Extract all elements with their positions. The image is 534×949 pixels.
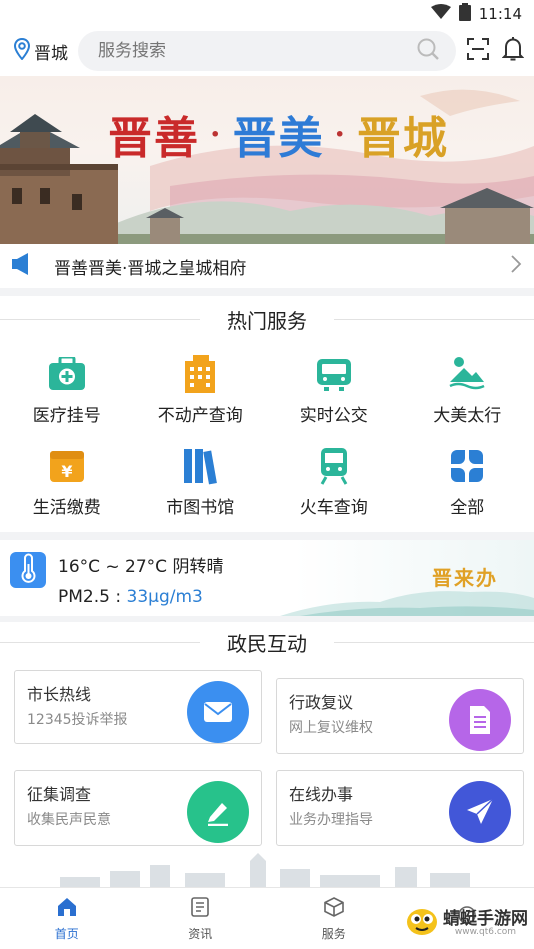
weather-slogan: 晋来办 <box>432 566 498 590</box>
banner-title-1: 晋善 <box>108 113 200 164</box>
banner-dot: · <box>210 116 223 152</box>
document-icon <box>449 689 511 751</box>
location-label: 晋城 <box>34 43 68 64</box>
speaker-icon <box>12 252 30 280</box>
search-icon[interactable] <box>416 37 440 65</box>
card-survey[interactable]: 征集调查 收集民声民意 <box>14 770 262 846</box>
wifi-icon <box>430 4 451 24</box>
train-icon <box>315 447 353 485</box>
service-all[interactable]: 全部 <box>401 436 534 528</box>
news-text: 晋善晋美·晋城之皇城相府 <box>54 258 247 279</box>
scan-icon[interactable] <box>466 37 490 65</box>
banner-title-3: 晋城 <box>356 113 449 164</box>
cube-icon <box>323 896 345 921</box>
news-icon <box>189 896 211 921</box>
service-label: 生活缴费 <box>32 497 101 518</box>
divider <box>0 288 534 296</box>
news-ticker[interactable]: 晋善晋美·晋城之皇城相府 <box>0 244 534 288</box>
search-input[interactable] <box>98 41 338 61</box>
service-label: 实时公交 <box>299 405 368 426</box>
books-icon <box>181 447 219 485</box>
status-bar: 11:14 <box>0 0 534 28</box>
chevron-right-icon[interactable] <box>510 254 522 278</box>
service-medical[interactable]: 医疗挂号 <box>0 344 134 436</box>
watermark: 蜻蜓手游网 www.qt6.com <box>405 907 528 941</box>
service-library[interactable]: 市图书馆 <box>134 436 268 528</box>
mail-icon <box>187 681 249 743</box>
service-taihang[interactable]: 大美太行 <box>401 344 534 436</box>
service-label: 市图书馆 <box>166 497 235 518</box>
dragonfly-logo-icon <box>405 907 439 941</box>
services-grid: 医疗挂号 不动产查询 实时公交 大美太行 ¥ 生活缴费 市图书馆 火车查询 全部 <box>0 342 534 528</box>
service-train[interactable]: 火车查询 <box>267 436 401 528</box>
pm25-value: 33μg/m3 <box>126 587 203 607</box>
location-pin-icon <box>13 37 31 65</box>
weather-panel[interactable]: 16°C ~ 27°C 阴转晴 PM2.5 : 33μg/m3 晋来办 <box>0 540 534 616</box>
weather-pm25: PM2.5 : 33μg/m3 <box>58 587 203 607</box>
service-real-estate[interactable]: 不动产查询 <box>134 344 268 436</box>
watermark-url: www.qt6.com <box>454 927 517 938</box>
bell-icon[interactable] <box>501 36 525 66</box>
building-icon <box>181 354 219 393</box>
service-label: 大美太行 <box>433 405 502 426</box>
service-bus[interactable]: 实时公交 <box>267 344 401 436</box>
home-icon <box>56 896 78 921</box>
skyline-decoration <box>60 853 470 887</box>
nav-label: 服务 <box>321 926 346 941</box>
card-online-service[interactable]: 在线办事 业务办理指导 <box>276 770 524 846</box>
watermark-name: 蜻蜓手游网 <box>443 908 528 929</box>
service-label: 全部 <box>450 497 485 518</box>
nav-label: 首页 <box>54 926 79 941</box>
nav-home[interactable]: 首页 <box>0 888 134 949</box>
payment-icon: ¥ <box>48 447 86 485</box>
divider <box>0 532 534 540</box>
interaction-cards: 市长热线 12345投诉举报 行政复议 网上复议维权 征集调查 收集民声民意 在… <box>0 668 534 846</box>
header: 晋城 <box>0 28 534 74</box>
nav-label: 资讯 <box>188 926 213 941</box>
banner-dot: · <box>334 116 347 152</box>
service-label: 医疗挂号 <box>32 405 101 426</box>
section-title-interaction: 政民互动 <box>0 622 534 662</box>
banner-title-2: 晋美 <box>232 113 325 164</box>
search-bar[interactable] <box>78 31 456 71</box>
edit-icon <box>187 781 249 843</box>
service-label: 不动产查询 <box>157 405 243 426</box>
card-mayor-hotline[interactable]: 市长热线 12345投诉举报 <box>14 670 262 744</box>
nav-services[interactable]: 服务 <box>267 888 401 949</box>
section-title-hot-services: 热门服务 <box>0 296 534 342</box>
thermometer-icon <box>10 552 46 616</box>
mountain-icon <box>448 355 486 393</box>
medical-kit-icon <box>48 355 86 393</box>
grid-icon <box>448 447 486 485</box>
battery-icon <box>458 3 471 25</box>
banner-title: 晋善 · 晋美 · 晋城 <box>108 102 449 166</box>
service-label: 火车查询 <box>299 497 368 518</box>
banner-carousel[interactable]: 晋善 · 晋美 · 晋城 <box>0 76 534 244</box>
nav-news[interactable]: 资讯 <box>134 888 268 949</box>
send-icon <box>449 781 511 843</box>
card-admin-review[interactable]: 行政复议 网上复议维权 <box>276 678 524 754</box>
weather-temperature: 16°C ~ 27°C 阴转晴 <box>58 557 224 577</box>
service-payment[interactable]: ¥ 生活缴费 <box>0 436 134 528</box>
bus-icon <box>315 355 353 393</box>
status-time: 11:14 <box>478 5 522 23</box>
svg-text:¥: ¥ <box>61 462 72 481</box>
location-selector[interactable]: 晋城 <box>13 37 68 65</box>
